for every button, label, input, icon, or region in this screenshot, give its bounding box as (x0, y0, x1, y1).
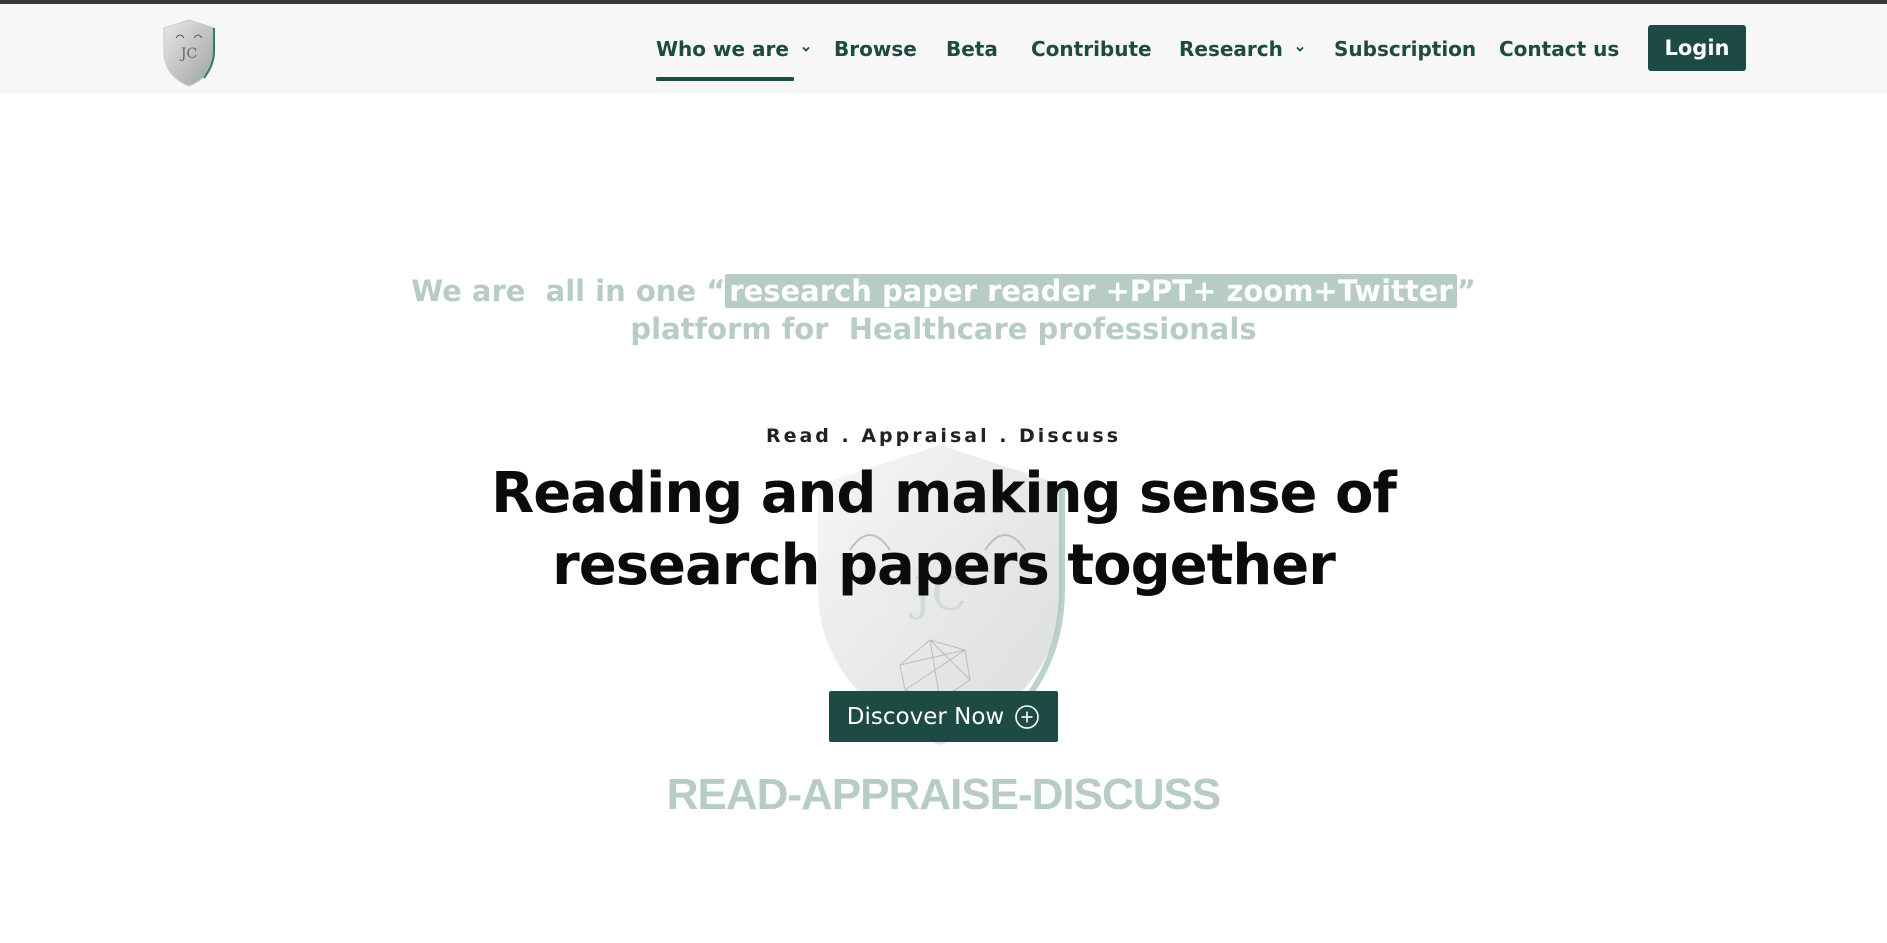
tagline-highlight: research paper reader +PPT+ zoom+Twitter (725, 274, 1457, 308)
discover-now-label: Discover Now (846, 703, 1005, 730)
tagline-prefix: We are all in one “ (411, 274, 726, 308)
headline-line-1: Reading and making sense of (491, 461, 1397, 526)
nav-label: Browse (834, 37, 917, 61)
svg-text:JC: JC (179, 46, 197, 62)
nav-label: Contact us (1499, 37, 1620, 61)
headline-line-2: research papers together (552, 533, 1336, 598)
login-button[interactable]: Login (1648, 25, 1746, 71)
chevron-down-icon (802, 46, 810, 52)
plus-circle-icon (1015, 704, 1040, 729)
nav-subscription[interactable]: Subscription (1334, 34, 1476, 64)
nav-active-indicator (656, 77, 794, 81)
tagline-suffix: ” (1456, 274, 1476, 308)
nav-label: Subscription (1334, 37, 1477, 61)
hero-headline: Reading and making sense of research pap… (0, 458, 1887, 602)
nav-research[interactable]: Research (1179, 34, 1305, 64)
nav-beta[interactable]: Beta (946, 34, 998, 64)
hero-tagline: We are all in one “research paper reader… (0, 272, 1887, 348)
tagline-line-2: platform for Healthcare professionals (630, 312, 1257, 346)
read-appraise-discuss-text: READ-APPRAISE-DISCUSS (666, 770, 1222, 819)
nav-who-we-are[interactable]: Who we are (656, 34, 811, 64)
nav-contact-us[interactable]: Contact us (1499, 34, 1619, 64)
logo[interactable]: JC (160, 18, 218, 88)
nav-contribute[interactable]: Contribute (1031, 34, 1152, 64)
nav-label: Who we are (656, 37, 789, 61)
nav-browse[interactable]: Browse (834, 34, 917, 64)
chevron-down-icon (1296, 46, 1304, 52)
nav-label: Beta (946, 37, 998, 61)
nav-label: Contribute (1031, 37, 1152, 61)
site-header: JC Who we are Browse Beta Contribute Res… (0, 4, 1887, 93)
nav-label: Research (1179, 37, 1283, 61)
shield-logo-icon: JC (163, 19, 215, 87)
tagline-line-1: We are all in one “research paper reader… (0, 272, 1887, 310)
discover-now-button[interactable]: Discover Now (829, 691, 1058, 742)
hero-kicker: Read . Appraisal . Discuss (765, 425, 1122, 447)
